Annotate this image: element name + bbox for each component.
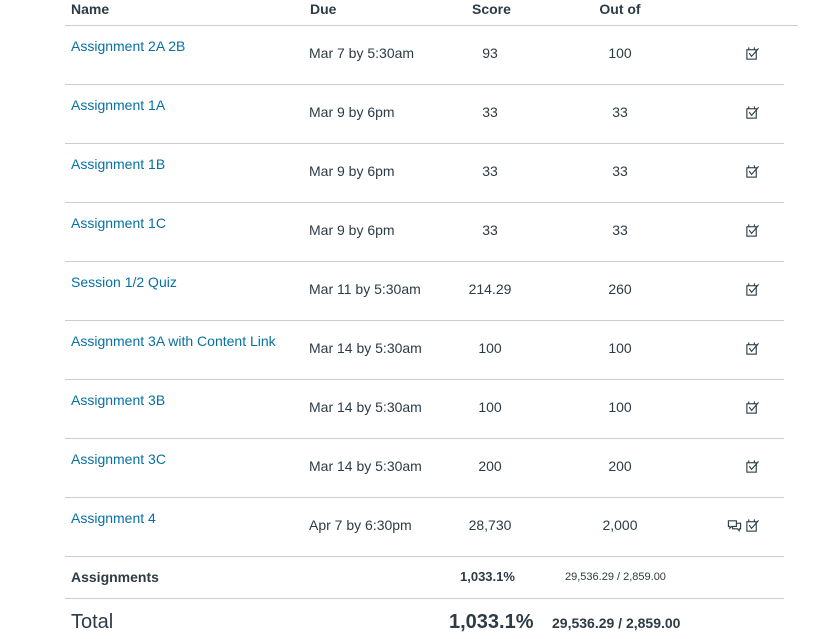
out-of-value: 33 — [612, 222, 628, 238]
column-header-out-of[interactable]: Out of — [598, 1, 642, 17]
column-header-due[interactable]: Due — [310, 1, 336, 17]
due-date: Mar 14 by 5:30am — [309, 458, 422, 474]
score-value: 28,730 — [468, 517, 512, 533]
due-date: Mar 14 by 5:30am — [309, 340, 422, 356]
assignment-row: Assignment 3C Mar 14 by 5:30am 200 200 — [65, 439, 784, 498]
row-actions — [745, 282, 760, 297]
score-value: 33 — [482, 222, 498, 238]
out-of-value: 33 — [612, 104, 628, 120]
row-actions — [745, 105, 760, 120]
score-value: 93 — [482, 45, 498, 61]
score-value: 33 — [482, 104, 498, 120]
row-actions — [745, 459, 760, 474]
assignment-row: Assignment 1B Mar 9 by 6pm 33 33 — [65, 144, 784, 203]
due-date: Mar 11 by 5:30am — [309, 281, 421, 297]
assignment-link[interactable]: Assignment 4 — [71, 510, 156, 526]
assignment-row: Session 1/2 Quiz Mar 11 by 5:30am 214.29 26… — [65, 262, 784, 321]
row-actions — [727, 518, 760, 533]
assignment-link[interactable]: Assignment 3C — [71, 451, 166, 467]
out-of-value: 100 — [608, 45, 632, 61]
assignment-link[interactable]: Assignment 3A with Content Link — [71, 333, 276, 349]
out-of-value: 260 — [608, 281, 632, 297]
assignment-row: Assignment 2A 2B Mar 7 by 5:30am 93 100 — [65, 26, 784, 85]
due-date: Mar 9 by 6pm — [309, 163, 395, 179]
summary-percent: 1,033.1% — [460, 569, 515, 584]
grades-page: Name Due Score Out of Assignment 2A 2B Ma… — [0, 0, 840, 639]
row-actions — [745, 400, 760, 415]
row-actions — [745, 46, 760, 61]
rubric-icon[interactable] — [745, 400, 760, 415]
rubric-icon[interactable] — [745, 223, 760, 238]
rubric-icon[interactable] — [745, 46, 760, 61]
assignment-link[interactable]: Session 1/2 Quiz — [71, 274, 177, 290]
total-points: 29,536.29 / 2,859.00 — [552, 615, 681, 631]
assignments-group-summary: Assignments 1,033.1% 29,536.29 / 2,859.0… — [65, 556, 784, 599]
grades-table-body: Assignment 2A 2B Mar 7 by 5:30am 93 100 Assi… — [65, 26, 784, 557]
score-value: 214.29 — [468, 281, 512, 297]
score-value: 200 — [478, 458, 502, 474]
row-actions — [745, 164, 760, 179]
rubric-icon[interactable] — [745, 518, 760, 533]
rubric-icon[interactable] — [745, 164, 760, 179]
assignment-link[interactable]: Assignment 2A 2B — [71, 38, 185, 54]
score-value: 100 — [478, 340, 502, 356]
assignment-link[interactable]: Assignment 1A — [71, 97, 165, 113]
out-of-value: 2,000 — [602, 517, 638, 533]
assignment-row: Assignment 3B Mar 14 by 5:30am 100 100 — [65, 380, 784, 439]
summary-points: 29,536.29 / 2,859.00 — [565, 571, 666, 583]
assignment-link[interactable]: Assignment 1C — [71, 215, 166, 231]
assignment-link[interactable]: Assignment 3B — [71, 392, 165, 408]
assignment-row: Assignment 4 Apr 7 by 6:30pm 28,730 2,000 — [65, 498, 784, 557]
assignment-link[interactable]: Assignment 1B — [71, 156, 165, 172]
total-label: Total — [71, 611, 114, 633]
score-value: 100 — [478, 399, 502, 415]
out-of-value: 33 — [612, 163, 628, 179]
out-of-value: 100 — [608, 399, 632, 415]
column-header-name[interactable]: Name — [71, 1, 109, 17]
rubric-icon[interactable] — [745, 282, 760, 297]
comments-icon[interactable] — [727, 518, 742, 533]
assignment-row: Assignment 3A with Content Link Mar 14 by… — [65, 321, 784, 380]
total-percent: 1,033.1% — [449, 611, 534, 633]
due-date: Apr 7 by 6:30pm — [309, 517, 412, 533]
assignment-row: Assignment 1A Mar 9 by 6pm 33 33 — [65, 85, 784, 144]
grades-table-header: Name Due Score Out of — [65, 0, 798, 26]
score-value: 33 — [482, 163, 498, 179]
rubric-icon[interactable] — [745, 459, 760, 474]
out-of-value: 100 — [608, 340, 632, 356]
row-actions — [745, 341, 760, 356]
due-date: Mar 9 by 6pm — [309, 104, 395, 120]
due-date: Mar 9 by 6pm — [309, 222, 395, 238]
assignment-row: Assignment 1C Mar 9 by 6pm 33 33 — [65, 203, 784, 262]
column-header-score[interactable]: Score — [472, 1, 511, 17]
summary-label: Assignments — [71, 569, 159, 585]
total-row: Total 1,033.1% 29,536.29 / 2,859.00 — [65, 600, 784, 639]
rubric-icon[interactable] — [745, 341, 760, 356]
row-actions — [745, 223, 760, 238]
rubric-icon[interactable] — [745, 105, 760, 120]
due-date: Mar 14 by 5:30am — [309, 399, 422, 415]
out-of-value: 200 — [608, 458, 632, 474]
due-date: Mar 7 by 5:30am — [309, 45, 415, 61]
